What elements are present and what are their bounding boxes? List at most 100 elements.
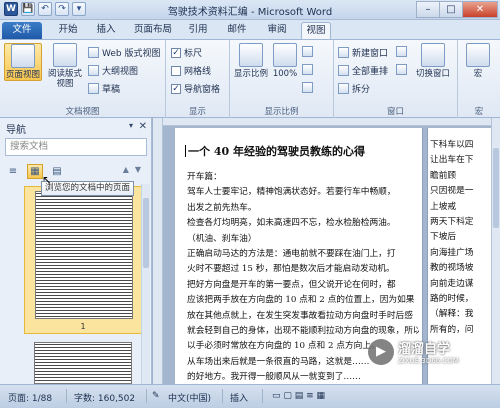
tab-review[interactable]: 审阅 <box>262 22 292 39</box>
nav-pane-checkbox[interactable]: ✓ 导航窗格 <box>171 82 220 95</box>
status-insert-mode[interactable]: 插入 <box>230 391 248 404</box>
page-width-button[interactable] <box>302 82 313 93</box>
pages-tab-icon[interactable]: ▦ <box>27 163 43 179</box>
two-pages-icon <box>302 64 313 75</box>
side-by-side-icon <box>396 46 407 57</box>
one-page-button[interactable] <box>302 46 313 57</box>
nav-pane-check-icon: ✓ <box>171 83 181 94</box>
page-thumbnail[interactable] <box>34 342 132 384</box>
nav-pane-menu-icon[interactable]: ▾ <box>129 121 133 130</box>
macro-icon <box>466 43 490 67</box>
document-line[interactable]: 向前走边谋 <box>430 277 491 292</box>
horizontal-ruler[interactable] <box>163 118 491 126</box>
web-view-icon <box>88 47 99 58</box>
document-line[interactable]: （机油、刹车油） <box>187 232 419 247</box>
document-line[interactable]: （解释：我 <box>430 307 491 322</box>
document-line[interactable]: 的好地方。我开得一般顺风从一就变到了…… <box>187 370 419 384</box>
nav-prev-next-arrows[interactable]: ▲▼ <box>123 165 147 174</box>
word-logo-icon[interactable]: W <box>4 2 18 16</box>
zoom-100-icon <box>273 43 297 67</box>
document-line[interactable]: 下科车以四 <box>430 138 491 153</box>
document-line[interactable]: 教的视场坡 <box>430 261 491 276</box>
nav-pane-title: 导航 <box>6 125 26 136</box>
ruler-check-icon: ✓ <box>171 47 181 58</box>
zoom-button[interactable]: 显示比例 <box>233 43 269 79</box>
web-view-button[interactable]: Web 版式视图 <box>88 46 160 59</box>
nav-scroll-thumb[interactable] <box>143 198 149 268</box>
arrange-all-button[interactable]: 全部重排 <box>338 64 388 77</box>
document-line[interactable]: 两天下科定 <box>430 215 491 230</box>
save-icon[interactable]: 💾 <box>21 2 35 16</box>
view-shortcuts[interactable]: ▭ ▢ ▤ ≡ ▦ <box>272 391 325 401</box>
nav-search-input[interactable]: 搜索文档 <box>5 138 147 156</box>
document-line[interactable]: 上坡戒 <box>430 200 491 215</box>
two-pages-button[interactable] <box>302 64 313 75</box>
reading-view-button[interactable]: 阅读版式视图 <box>46 43 84 89</box>
document-line[interactable]: 开车篇： <box>187 170 419 185</box>
tab-insert[interactable]: 插入 <box>90 22 122 39</box>
outline-view-button[interactable]: 大纲视图 <box>88 64 138 77</box>
document-body-next[interactable]: 下科车以四 让出车在下 瞻前顾 只因视是一 上坡戒 两天下科定 下坡后 向海挂广场 教的视场坡向… <box>430 138 491 338</box>
tab-view[interactable]: 视图 <box>301 22 331 39</box>
document-line[interactable]: 正确启动马达的方法是：通电前就不要踩在油门上，打 <box>187 247 419 262</box>
split-button[interactable]: 拆分 <box>338 82 370 95</box>
new-window-button[interactable]: 新建窗口 <box>338 46 388 59</box>
document-line[interactable]: 出发之前先热车。 <box>187 201 419 216</box>
document-line[interactable]: 路的时候， <box>430 292 491 307</box>
view-side-by-side-button[interactable] <box>396 46 407 57</box>
headings-tab-icon[interactable]: ≡ <box>5 164 21 179</box>
tab-mailings[interactable]: 邮件 <box>222 22 252 39</box>
page-thumbnail-selected[interactable]: 1 <box>24 186 142 334</box>
gridlines-check-icon <box>171 65 181 76</box>
ribbon-tabs: 文件 开始 插入 页面布局 引用 邮件 审阅 视图 <box>0 20 500 39</box>
document-line[interactable]: 所有的，问 <box>430 323 491 338</box>
status-page[interactable]: 页面: 1/88 <box>8 391 52 404</box>
document-scroll-thumb[interactable] <box>493 148 499 228</box>
document-line[interactable]: 放在其他点就上，在发生突发事故看拉动方向盘时手时后感 <box>187 309 419 324</box>
draft-view-button[interactable]: 草稿 <box>88 82 120 95</box>
sync-scroll-button[interactable] <box>396 64 407 75</box>
minimize-button[interactable]: – <box>416 1 440 18</box>
document-scrollbar[interactable] <box>491 118 500 384</box>
zoom-100-button[interactable]: 100% <box>272 43 298 79</box>
document-line[interactable]: 检查各灯均明亮，如未高速四不忘，检水检胎检两油。 <box>187 216 419 231</box>
page-view-button[interactable]: 页面视图 <box>4 43 42 81</box>
nav-pane-close-icon[interactable]: ✕ <box>139 121 147 132</box>
document-heading[interactable]: 一个 40 年经验的驾驶员教练的心得 <box>185 143 365 159</box>
macro-button[interactable]: 宏 <box>462 43 494 79</box>
status-word-count[interactable]: 字数: 160,502 <box>74 391 135 404</box>
tab-references[interactable]: 引用 <box>183 22 213 39</box>
nav-scrollbar[interactable] <box>141 184 150 384</box>
outline-view-icon <box>88 65 99 76</box>
document-line[interactable]: 让出车在下 <box>430 153 491 168</box>
document-line[interactable]: 驾车人士要牢记，精神饱满状态好。若要行车中畅顺， <box>187 185 419 200</box>
document-line[interactable]: 只因视是一 <box>430 184 491 199</box>
watermark-logo-icon: ▶ <box>368 338 394 365</box>
tab-file[interactable]: 文件 <box>2 22 42 39</box>
vertical-ruler[interactable] <box>153 118 163 384</box>
switch-window-icon <box>421 43 445 67</box>
document-line[interactable]: 向海挂广场 <box>430 246 491 261</box>
proofing-icon[interactable]: ✎ <box>152 391 160 401</box>
close-button[interactable]: ✕ <box>462 1 498 18</box>
watermark-site: ZIXUE.3D66.COM <box>398 357 459 365</box>
undo-icon[interactable]: ↶ <box>38 2 52 16</box>
gridlines-checkbox[interactable]: 网格线 <box>171 64 211 77</box>
switch-window-button[interactable]: 切换窗口 <box>412 43 454 79</box>
status-language[interactable]: 中文(中国) <box>168 391 211 404</box>
redo-icon[interactable]: ↷ <box>55 2 69 16</box>
document-line[interactable]: 下坡后 <box>430 230 491 245</box>
customize-qat-icon[interactable]: ▾ <box>72 2 86 16</box>
document-line[interactable]: 应该把两手放在方向盘的 10 点和 2 点的位置上，因为如果 <box>187 293 419 308</box>
ruler-checkbox[interactable]: ✓ 标尺 <box>171 46 202 59</box>
tab-page-layout[interactable]: 页面布局 <box>128 22 178 39</box>
status-separator <box>66 389 67 403</box>
tab-home[interactable]: 开始 <box>50 22 86 39</box>
navigation-pane: 导航 ▾ ✕ 搜索文档 ≡ ▦ ▤ ▲▼ ↖ 浏览您的文档中的页面 1 <box>0 118 152 384</box>
maximize-button[interactable]: □ <box>439 1 463 18</box>
document-line[interactable]: 瞻前顾 <box>430 169 491 184</box>
arrange-all-label: 全部重排 <box>352 67 389 77</box>
document-line[interactable]: 火时不要超过 15 秒，那怕是数次后才能启动发动机。 <box>187 262 419 277</box>
document-line[interactable]: 把好方向盘是开车的第一要点，但父说开论在何时，都 <box>187 278 419 293</box>
status-separator <box>146 389 147 403</box>
